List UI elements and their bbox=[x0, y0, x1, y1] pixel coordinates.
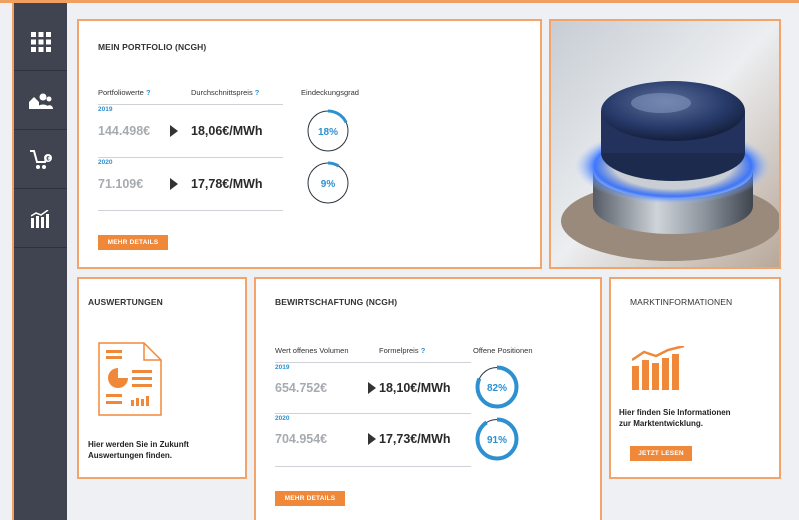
help-icon[interactable]: ? bbox=[255, 88, 260, 97]
top-accent-line bbox=[0, 0, 799, 3]
sidebar-item-purchase[interactable]: € bbox=[14, 131, 67, 189]
portfolio-title: MEIN PORTFOLIO (NCGH) bbox=[98, 42, 207, 52]
gauge-label: 91% bbox=[487, 435, 507, 446]
portfoliowerte-label: Portfoliowerte ? bbox=[98, 88, 151, 97]
marktinfo-description: Hier finden Sie Informationen zur Markte… bbox=[619, 408, 731, 428]
portfolio-panel: MEIN PORTFOLIO (NCGH) Portfoliowerte ? D… bbox=[77, 19, 542, 269]
bewirtschaftung-details-button[interactable]: MEHR DETAILS bbox=[275, 491, 345, 506]
bar-chart-icon bbox=[30, 209, 49, 228]
year-label: 2020 bbox=[98, 159, 113, 166]
bewirtschaftung-title: BEWIRTSCHAFTUNG (NCGH) bbox=[275, 297, 398, 307]
users-icon bbox=[28, 93, 53, 109]
portfolio-value: 71.109€ bbox=[98, 177, 144, 191]
gauge-label: 9% bbox=[321, 179, 336, 190]
formelpreis-label: Formelpreis ? bbox=[379, 346, 426, 355]
open-volume-value: 704.954€ bbox=[275, 432, 328, 446]
arrow-right-icon bbox=[170, 125, 178, 137]
sidebar-item-market[interactable] bbox=[14, 190, 67, 248]
open-volume-value: 654.752€ bbox=[275, 381, 328, 395]
open-positions-gauge: 91% bbox=[475, 417, 519, 461]
year-label: 2019 bbox=[275, 364, 290, 371]
portfolio-details-button[interactable]: MEHR DETAILS bbox=[98, 235, 168, 250]
gas-burner-image bbox=[551, 21, 779, 267]
divider bbox=[98, 210, 283, 211]
portfolio-value: 144.498€ bbox=[98, 124, 151, 138]
year-label: 2019 bbox=[98, 106, 113, 113]
offenes-volumen-label: Wert offenes Volumen bbox=[275, 346, 349, 355]
marktinfo-title: MARKTINFORMATIONEN bbox=[630, 297, 733, 307]
offene-positionen-label: Offene Positionen bbox=[473, 346, 533, 355]
average-price: 17,78€/MWh bbox=[191, 177, 263, 191]
coverage-gauge: 9% bbox=[306, 161, 350, 205]
open-positions-gauge: 82% bbox=[475, 365, 519, 409]
arrow-right-icon bbox=[170, 178, 178, 190]
average-price: 18,06€/MWh bbox=[191, 124, 263, 138]
auswertungen-title: AUSWERTUNGEN bbox=[88, 297, 163, 307]
divider bbox=[275, 362, 471, 363]
sidebar: € bbox=[12, 3, 67, 520]
help-icon[interactable]: ? bbox=[146, 88, 151, 97]
formula-price: 18,10€/MWh bbox=[379, 381, 451, 395]
grid-icon bbox=[30, 31, 51, 52]
divider bbox=[275, 466, 471, 467]
auswertungen-description: Hier werden Sie in Zukunft Auswertungen … bbox=[88, 440, 189, 460]
formula-price: 17,73€/MWh bbox=[379, 432, 451, 446]
divider bbox=[275, 413, 471, 414]
arrow-right-icon bbox=[368, 433, 376, 445]
coverage-gauge: 18% bbox=[306, 109, 350, 153]
market-chart-icon bbox=[632, 346, 685, 390]
sidebar-item-dashboard[interactable] bbox=[14, 13, 67, 71]
gauge-label: 18% bbox=[318, 127, 338, 138]
help-icon[interactable]: ? bbox=[421, 346, 426, 355]
marktinfo-panel: MARKTINFORMATIONEN Hier finden Sie Infor… bbox=[609, 277, 781, 479]
bewirtschaftung-panel: BEWIRTSCHAFTUNG (NCGH) Wert offenes Volu… bbox=[254, 277, 602, 520]
cart-icon: € bbox=[29, 149, 52, 169]
divider bbox=[98, 157, 283, 158]
sidebar-item-customers[interactable] bbox=[14, 72, 67, 130]
report-document-icon bbox=[98, 342, 162, 416]
gauge-label: 82% bbox=[487, 383, 507, 394]
gas-burner-photo bbox=[549, 19, 781, 269]
divider bbox=[98, 104, 283, 105]
jetzt-lesen-button[interactable]: JETZT LESEN bbox=[630, 446, 692, 461]
eindeckungsgrad-label: Eindeckungsgrad bbox=[301, 88, 359, 97]
auswertungen-panel: AUSWERTUNGEN Hier werden Sie in Zukunft … bbox=[77, 277, 247, 479]
durchschnittspreis-label: Durchschnittspreis ? bbox=[191, 88, 260, 97]
arrow-right-icon bbox=[368, 382, 376, 394]
year-label: 2020 bbox=[275, 415, 290, 422]
